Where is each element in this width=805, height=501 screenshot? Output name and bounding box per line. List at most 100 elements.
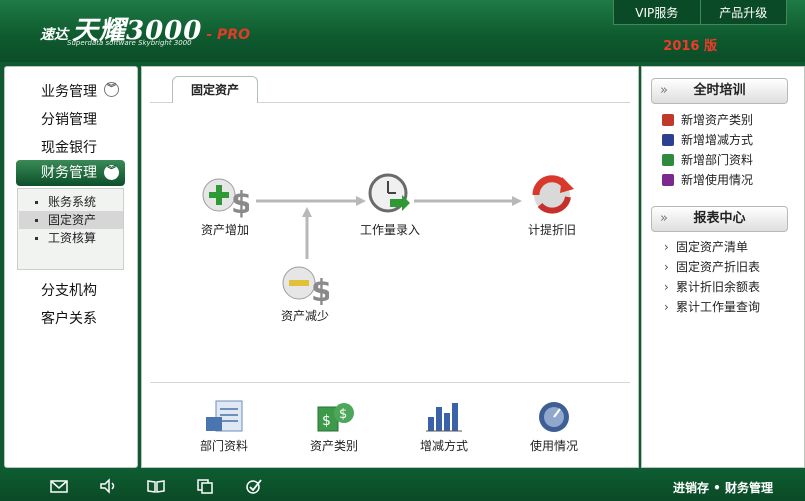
book-icon	[662, 154, 674, 166]
svg-text:$: $	[311, 274, 329, 305]
sidebar-item-label: 客户关系	[41, 311, 97, 327]
finance-submenu: 账务系统 固定资产 工资核算	[17, 188, 124, 270]
chevron-down-icon: ︾	[104, 165, 119, 180]
sidebar-item-label: 业务管理	[41, 84, 97, 100]
report-link-label: 固定资产折旧表	[676, 260, 761, 274]
bar-chart-icon	[426, 403, 462, 432]
training-item[interactable]: 新增资产类别	[662, 111, 753, 128]
training-item-label: 新增增减方式	[681, 133, 754, 147]
depreciation-label: 计提折旧	[527, 223, 576, 237]
report-header[interactable]: » 报表中心	[651, 206, 788, 232]
training-item[interactable]: 新增使用情况	[662, 171, 753, 188]
asset-category-button[interactable]: $ $ 资产类别	[294, 399, 374, 454]
section-divider	[150, 382, 630, 383]
book-icon	[662, 114, 674, 126]
sidebar: 业务管理 ︾ 分销管理 现金银行 财务管理 ︾ 账务系统 固定资产 工资核算 分…	[4, 66, 138, 468]
sidebar-item-label: 分支机构	[41, 283, 97, 299]
copy-icon[interactable]	[196, 478, 214, 494]
sidebar-item-branches[interactable]: 分支机构	[41, 280, 97, 300]
version-label: 2016 版	[663, 39, 717, 54]
depreciation-node[interactable]: 计提折旧	[512, 171, 592, 238]
sidebar-item-label: 财务管理	[41, 165, 97, 181]
book-icon	[662, 134, 674, 146]
app-logo: 速达 天耀3000- PRO Superdata software Skybrig…	[40, 10, 250, 47]
training-title: 全时培训	[693, 83, 746, 98]
sidebar-item-customers[interactable]: 客户关系	[41, 308, 97, 328]
training-item[interactable]: 新增部门资料	[662, 151, 753, 168]
book-icon	[662, 174, 674, 186]
bullet-icon	[35, 237, 38, 240]
svg-text:$: $	[322, 413, 331, 429]
report-title: 报表中心	[693, 211, 746, 226]
report-link[interactable]: › 固定资产折旧表	[664, 258, 760, 275]
sidebar-item-finance[interactable]: 财务管理 ︾	[16, 160, 125, 186]
report-link-label: 累计工作量查询	[676, 300, 761, 314]
chevron-down-icon[interactable]: ︾	[104, 82, 119, 97]
sidebar-item-label: 现金银行	[41, 140, 97, 156]
submenu-item-accounting[interactable]: 账务系统	[19, 193, 123, 211]
svg-text:$: $	[231, 186, 249, 219]
sidebar-item-cash-bank[interactable]: 现金银行	[41, 137, 97, 157]
report-link[interactable]: › 累计折旧余额表	[664, 278, 760, 295]
chevron-right-icon: ›	[664, 300, 669, 314]
sidebar-item-distribution[interactable]: 分销管理	[41, 109, 97, 129]
speaker-icon[interactable]	[99, 478, 117, 494]
asset-add-label: 资产增加	[200, 223, 249, 237]
footer-product-label: 进销存 • 财务管理	[672, 481, 773, 495]
report-link-label: 固定资产清单	[676, 240, 749, 254]
department-data-label: 部门资料	[199, 439, 248, 453]
asset-reduce-label: 资产减少	[280, 309, 329, 323]
change-method-label: 增减方式	[419, 439, 468, 453]
vip-service-button[interactable]: VIP服务	[614, 0, 700, 24]
asset-reduce-node[interactable]: $ 资产减少	[265, 261, 345, 324]
refresh-icon	[532, 175, 574, 214]
submenu-item-payroll[interactable]: 工资核算	[19, 229, 123, 247]
check-icon[interactable]	[245, 478, 263, 494]
flow-arrow	[414, 196, 522, 206]
chevron-right-icon: ›	[664, 240, 669, 254]
logo-subtitle: Superdata software Skybright 3000	[67, 39, 192, 47]
report-link[interactable]: › 累计工作量查询	[664, 298, 760, 315]
workload-entry-label: 工作量录入	[359, 223, 420, 237]
report-link[interactable]: › 固定资产清单	[664, 238, 748, 255]
submenu-item-label: 账务系统	[48, 195, 97, 209]
svg-text:$: $	[339, 407, 347, 422]
submenu-item-fixed-assets[interactable]: 固定资产	[19, 211, 123, 229]
footer-bar: 进销存 • 财务管理	[0, 470, 805, 501]
training-item-label: 新增部门资料	[681, 153, 754, 167]
logo-brand: 速达	[40, 27, 68, 43]
logo-pro: - PRO	[206, 27, 251, 43]
asset-category-icon: $ $	[317, 403, 354, 432]
department-data-button[interactable]: 部门资料	[184, 399, 264, 454]
asset-add-icon: $	[202, 178, 249, 219]
double-chevron-icon: »	[660, 83, 668, 98]
bullet-icon	[35, 201, 38, 204]
training-header[interactable]: » 全时培训	[651, 78, 788, 104]
chevron-right-icon: ›	[664, 280, 669, 294]
training-item-label: 新增使用情况	[681, 173, 754, 187]
workload-entry-node[interactable]: 工作量录入	[350, 171, 430, 238]
book-icon[interactable]	[147, 478, 165, 494]
sidebar-item-label: 分销管理	[41, 112, 97, 128]
sidebar-item-business[interactable]: 业务管理	[41, 81, 97, 101]
asset-category-label: 资产类别	[309, 439, 358, 453]
training-item[interactable]: 新增增减方式	[662, 131, 753, 148]
change-method-button[interactable]: 增减方式	[404, 399, 484, 454]
product-upgrade-button[interactable]: 产品升级	[699, 0, 787, 24]
main-panel: 固定资产 $ 资产增加 工作量录入 计提折旧 $ 资产减少 部门资料 $ $ 资…	[141, 66, 639, 468]
top-nav: VIP服务 产品升级	[613, 0, 787, 25]
clock-icon	[368, 173, 410, 213]
training-item-label: 新增资产类别	[681, 113, 754, 127]
usage-status-button[interactable]: 使用情况	[514, 399, 594, 454]
asset-add-node[interactable]: $ 资产增加	[185, 173, 265, 238]
app-header: 速达 天耀3000- PRO Superdata software Skybrig…	[0, 0, 805, 62]
tab-fixed-assets[interactable]: 固定资产	[172, 76, 258, 103]
usage-icon	[539, 402, 569, 432]
department-icon	[206, 400, 243, 432]
submenu-item-label: 固定资产	[48, 213, 97, 227]
asset-reduce-icon: $	[282, 266, 329, 305]
report-link-label: 累计折旧余额表	[676, 280, 761, 294]
mail-icon[interactable]	[50, 478, 68, 494]
flow-arrow	[302, 207, 312, 259]
double-chevron-icon: »	[660, 211, 668, 226]
